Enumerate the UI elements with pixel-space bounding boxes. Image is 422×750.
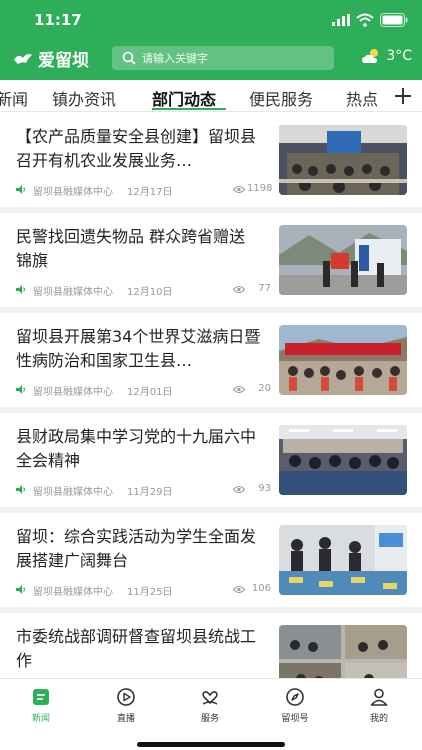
article-views: 77 [258, 283, 271, 294]
top-bar: 11:17 爱留坝 请输入关键字 3°C [0, 0, 422, 80]
article-title: 【农产品质量安全县创建】留坝县召开有机农业发展业务… [16, 127, 257, 170]
app-logo: 爱留坝 [12, 46, 89, 71]
compass-icon [286, 688, 304, 706]
article-meta: 留坝县融媒体中心 12月10日 77 [16, 283, 271, 298]
tab-department-news[interactable]: 部门动态 [152, 86, 216, 110]
article-source: 留坝县融媒体中心 [33, 487, 113, 498]
search-icon [122, 51, 136, 65]
article-source: 留坝县融媒体中心 [33, 187, 113, 198]
article-title: 市委统战部调研督查留坝县统战工作 [16, 627, 257, 670]
live-play-icon [117, 688, 135, 706]
nav-label: 留坝号 [281, 714, 309, 724]
article-item[interactable]: 民警找回遗失物品 群众跨省赠送锦旗 留坝县融媒体中心 12月10日 77 [0, 213, 422, 313]
weather-widget[interactable]: 3°C [361, 47, 412, 65]
nav-liuba-account[interactable]: 留坝号 [265, 687, 325, 724]
article-meta: 留坝县融媒体中心 11月25日 106 [16, 583, 271, 598]
active-tab-indicator [152, 108, 226, 110]
article-date: 12月10日 [127, 287, 173, 298]
article-title: 民警找回遗失物品 群众跨省赠送锦旗 [16, 227, 246, 270]
article-item[interactable]: 留坝县开展第34个世界艾滋病日暨性病防治和国家卫生县… 留坝县融媒体中心 12月… [0, 313, 422, 413]
nav-label: 服务 [200, 714, 219, 724]
article-item[interactable]: 【农产品质量安全县创建】留坝县召开有机农业发展业务… 留坝县融媒体中心 12月1… [0, 113, 422, 213]
nav-label: 直播 [116, 714, 135, 724]
speaker-icon [16, 585, 25, 594]
article-date: 11月29日 [127, 487, 173, 498]
nav-service[interactable]: 服务 [180, 687, 240, 724]
search-placeholder: 请输入关键字 [142, 52, 208, 65]
article-item[interactable]: 留坝：综合实践活动为学生全面发展搭建广阔舞台 留坝县融媒体中心 11月25日 1… [0, 513, 422, 613]
plus-icon [395, 87, 411, 104]
news-icon [33, 689, 49, 705]
tab-public-service[interactable]: 便民服务 [249, 86, 313, 110]
status-time: 11:17 [34, 11, 82, 29]
article-title: 留坝县开展第34个世界艾滋病日暨性病防治和国家卫生县… [16, 327, 261, 370]
article-meta: 留坝县融媒体中心 12月01日 20 [16, 383, 271, 398]
article-item[interactable]: 县财政局集中学习党的十九届六中全会精神 留坝县融媒体中心 11月29日 93 [0, 413, 422, 513]
article-thumbnail [279, 225, 407, 295]
speaker-icon [16, 185, 25, 194]
article-source: 留坝县融媒体中心 [33, 387, 113, 398]
article-date: 11月25日 [127, 587, 173, 598]
eye-icon [233, 186, 245, 193]
wifi-icon [356, 13, 374, 27]
bottom-nav: 新闻 直播 服务 留坝号 我的 [0, 678, 422, 750]
search-box[interactable]: 请输入关键字 [112, 46, 334, 70]
category-tabs: 新闻 镇办资讯 部门动态 便民服务 热点 [0, 80, 422, 112]
tab-news[interactable]: 新闻 [0, 86, 28, 110]
battery-icon [380, 13, 408, 27]
nav-profile[interactable]: 我的 [349, 687, 409, 724]
article-date: 12月01日 [127, 387, 173, 398]
article-thumbnail [279, 625, 407, 678]
nav-label: 我的 [369, 714, 388, 724]
article-thumbnail [279, 325, 407, 395]
article-list: 【农产品质量安全县创建】留坝县召开有机农业发展业务… 留坝县融媒体中心 12月1… [0, 113, 422, 678]
article-title: 县财政局集中学习党的十九届六中全会精神 [16, 427, 257, 470]
article-views: 106 [251, 583, 271, 594]
status-bar: 11:17 [0, 0, 422, 40]
tab-town-news[interactable]: 镇办资讯 [52, 86, 116, 110]
sun-cloud-icon [362, 49, 379, 63]
weather-temp: 3°C [386, 48, 412, 64]
eye-icon [233, 286, 245, 293]
home-indicator [137, 742, 285, 747]
eye-icon [233, 586, 245, 593]
eye-icon [233, 386, 245, 393]
article-title: 留坝：综合实践活动为学生全面发展搭建广阔舞台 [16, 527, 257, 570]
article-thumbnail [279, 525, 407, 595]
speaker-icon [16, 385, 25, 394]
add-channel-button[interactable] [384, 80, 422, 111]
speaker-icon [16, 485, 25, 494]
article-source: 留坝县融媒体中心 [33, 587, 113, 598]
article-meta: 留坝县融媒体中心 11月29日 93 [16, 483, 271, 498]
service-icon [202, 691, 218, 705]
cellular-signal-icon [332, 14, 350, 26]
article-source: 留坝县融媒体中心 [33, 287, 113, 298]
article-date: 12月17日 [127, 187, 173, 198]
article-views: 1198 [247, 183, 273, 194]
app-header: 爱留坝 请输入关键字 3°C [0, 40, 422, 80]
article-meta: 留坝县融媒体中心 12月17日 1198 [16, 183, 273, 198]
article-item[interactable]: 市委统战部调研督查留坝县统战工作 [0, 613, 422, 678]
eye-icon [233, 486, 245, 493]
logo-text: 爱留坝 [38, 50, 89, 71]
user-icon [370, 688, 388, 706]
nav-news[interactable]: 新闻 [11, 687, 71, 724]
speaker-icon [16, 285, 25, 294]
article-thumbnail [279, 125, 407, 195]
nav-label: 新闻 [31, 714, 50, 724]
tab-hot[interactable]: 热点 [346, 86, 378, 110]
nav-live[interactable]: 直播 [96, 687, 156, 724]
article-views: 93 [258, 483, 271, 494]
logo-bird-icon [14, 54, 32, 64]
article-thumbnail [279, 425, 407, 495]
article-views: 20 [258, 383, 271, 394]
